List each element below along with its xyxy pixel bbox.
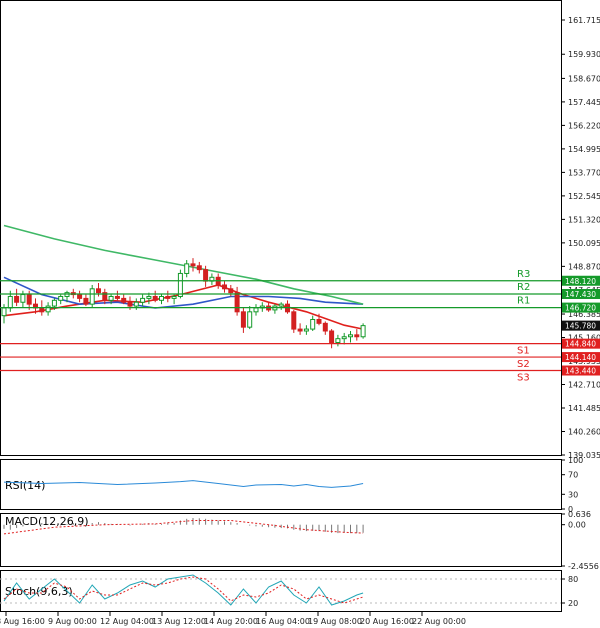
price-panel: [0, 0, 562, 456]
candle-body: [341, 336, 347, 340]
level-s3-label: S3: [517, 373, 530, 384]
macd-panel: MACD(12,26,9): [0, 513, 562, 567]
candle-body: [127, 301, 133, 307]
candle-body: [322, 322, 328, 332]
stoch-panel: Stoch(9,6,3): [0, 570, 562, 612]
candle-body: [291, 311, 297, 330]
candle-body: [140, 297, 146, 303]
candle-body: [354, 334, 360, 338]
candle-body: [83, 297, 89, 305]
candle-body: [222, 284, 227, 290]
candle-body: [316, 318, 322, 324]
candle-body: [58, 295, 64, 301]
candle-body: [20, 294, 26, 303]
x-tick-label: 13 Aug 12:00: [152, 617, 206, 626]
candle-body: [14, 295, 20, 303]
level-r1-value: 146.720: [565, 304, 596, 313]
price-y-tick-label: 161.715: [568, 16, 600, 25]
candle-body: [228, 288, 234, 294]
stoch-y-tick-label: 80: [568, 575, 578, 584]
macd-y-tick-label: 0.636: [568, 510, 591, 519]
x-tick-label: 20 Aug 16:00: [360, 617, 414, 626]
macd-y-tick-label: 0.00: [568, 521, 586, 530]
candle-body: [1, 307, 7, 317]
candle-body: [203, 269, 209, 282]
price-y-tick-label: 152.545: [568, 192, 600, 201]
candle-body: [335, 338, 341, 344]
candle-body: [190, 263, 196, 267]
level-r2-label: R2: [517, 282, 530, 293]
chart-canvas: RSI(14) MACD(12,26,9) Stoch(9,6,3) 161.7…: [0, 0, 600, 626]
x-tick-label: 16 Aug 04:00: [256, 617, 310, 626]
price-y-tick-label: 151.320: [568, 215, 600, 224]
price-y-tick-label: 156.220: [568, 121, 600, 130]
level-s3-value: 143.440: [565, 367, 596, 376]
x-tick-label: 8 Aug 16:00: [0, 617, 45, 626]
rsi-y-tick-label: 30: [568, 490, 578, 499]
x-tick-label: 14 Aug 20:00: [204, 617, 258, 626]
candle-body: [146, 295, 152, 299]
candle-body: [348, 334, 353, 338]
price-y-tick-label: 154.995: [568, 145, 600, 154]
candle-body: [196, 265, 202, 271]
price-y-tick-label: 158.670: [568, 74, 600, 83]
rsi-y-tick-label: 100: [568, 456, 583, 465]
price-y-tick-label: 148.870: [568, 262, 600, 271]
candle-body: [26, 294, 32, 305]
candle-body: [240, 311, 246, 328]
candle-body: [278, 303, 284, 307]
candle-body: [297, 328, 303, 332]
candle-body: [96, 288, 101, 294]
candle-body: [89, 288, 95, 305]
price-y-tick-label: 140.260: [568, 428, 600, 437]
current-price-value: 145.780: [565, 322, 596, 331]
macd-y-tick-label: -2.4556: [568, 562, 599, 571]
price-y-tick-label: 150.095: [568, 239, 600, 248]
candle-body: [114, 295, 120, 299]
candle-body: [108, 295, 114, 301]
candle-body: [77, 294, 83, 299]
candle-body: [253, 307, 259, 313]
candle-body: [133, 301, 139, 307]
candle-body: [177, 272, 183, 297]
candle-body: [45, 305, 51, 313]
candle-body: [360, 325, 366, 338]
candle-body: [234, 292, 240, 313]
level-s2-value: 144.140: [565, 353, 596, 362]
candle-body: [39, 307, 45, 313]
level-s2-label: S2: [517, 359, 530, 370]
level-r3-value: 148.120: [565, 277, 596, 286]
price-y-tick-label: 159.930: [568, 50, 600, 59]
x-tick-label: 22 Aug 00:00: [412, 617, 466, 626]
candle-body: [310, 318, 316, 330]
x-tick-label: 19 Aug 08:00: [308, 617, 362, 626]
price-panel-frame: [0, 0, 562, 456]
price-y-tick-label: 153.770: [568, 168, 600, 177]
candle-body: [329, 330, 335, 344]
price-y-tick-label: 142.710: [568, 381, 600, 390]
rsi-y-tick-label: 70: [568, 471, 578, 480]
x-tick-label: 12 Aug 04:00: [100, 617, 154, 626]
level-r1-label: R1: [517, 296, 530, 307]
candle-body: [247, 311, 253, 328]
candle-body: [165, 295, 171, 299]
x-tick-label: 9 Aug 00:00: [48, 617, 97, 626]
rsi-panel-title: RSI(14): [5, 479, 45, 492]
price-y-tick-label: 141.485: [568, 404, 600, 413]
candle-body: [171, 295, 177, 299]
level-s1-label: S1: [517, 346, 530, 357]
candle-body: [51, 299, 57, 307]
candle-body: [121, 297, 127, 303]
stoch-panel-frame: [0, 570, 562, 612]
level-r3-label: R3: [517, 269, 530, 280]
candle-body: [184, 263, 190, 274]
candle-body: [159, 295, 164, 301]
candle-body: [7, 295, 13, 309]
stoch-y-tick-label: 20: [568, 599, 578, 608]
price-y-tick-label: 157.445: [568, 98, 600, 107]
candle-body: [303, 328, 309, 332]
level-r2-value: 147.430: [565, 290, 596, 299]
level-s1-value: 144.840: [565, 340, 596, 349]
candle-body: [152, 295, 158, 301]
